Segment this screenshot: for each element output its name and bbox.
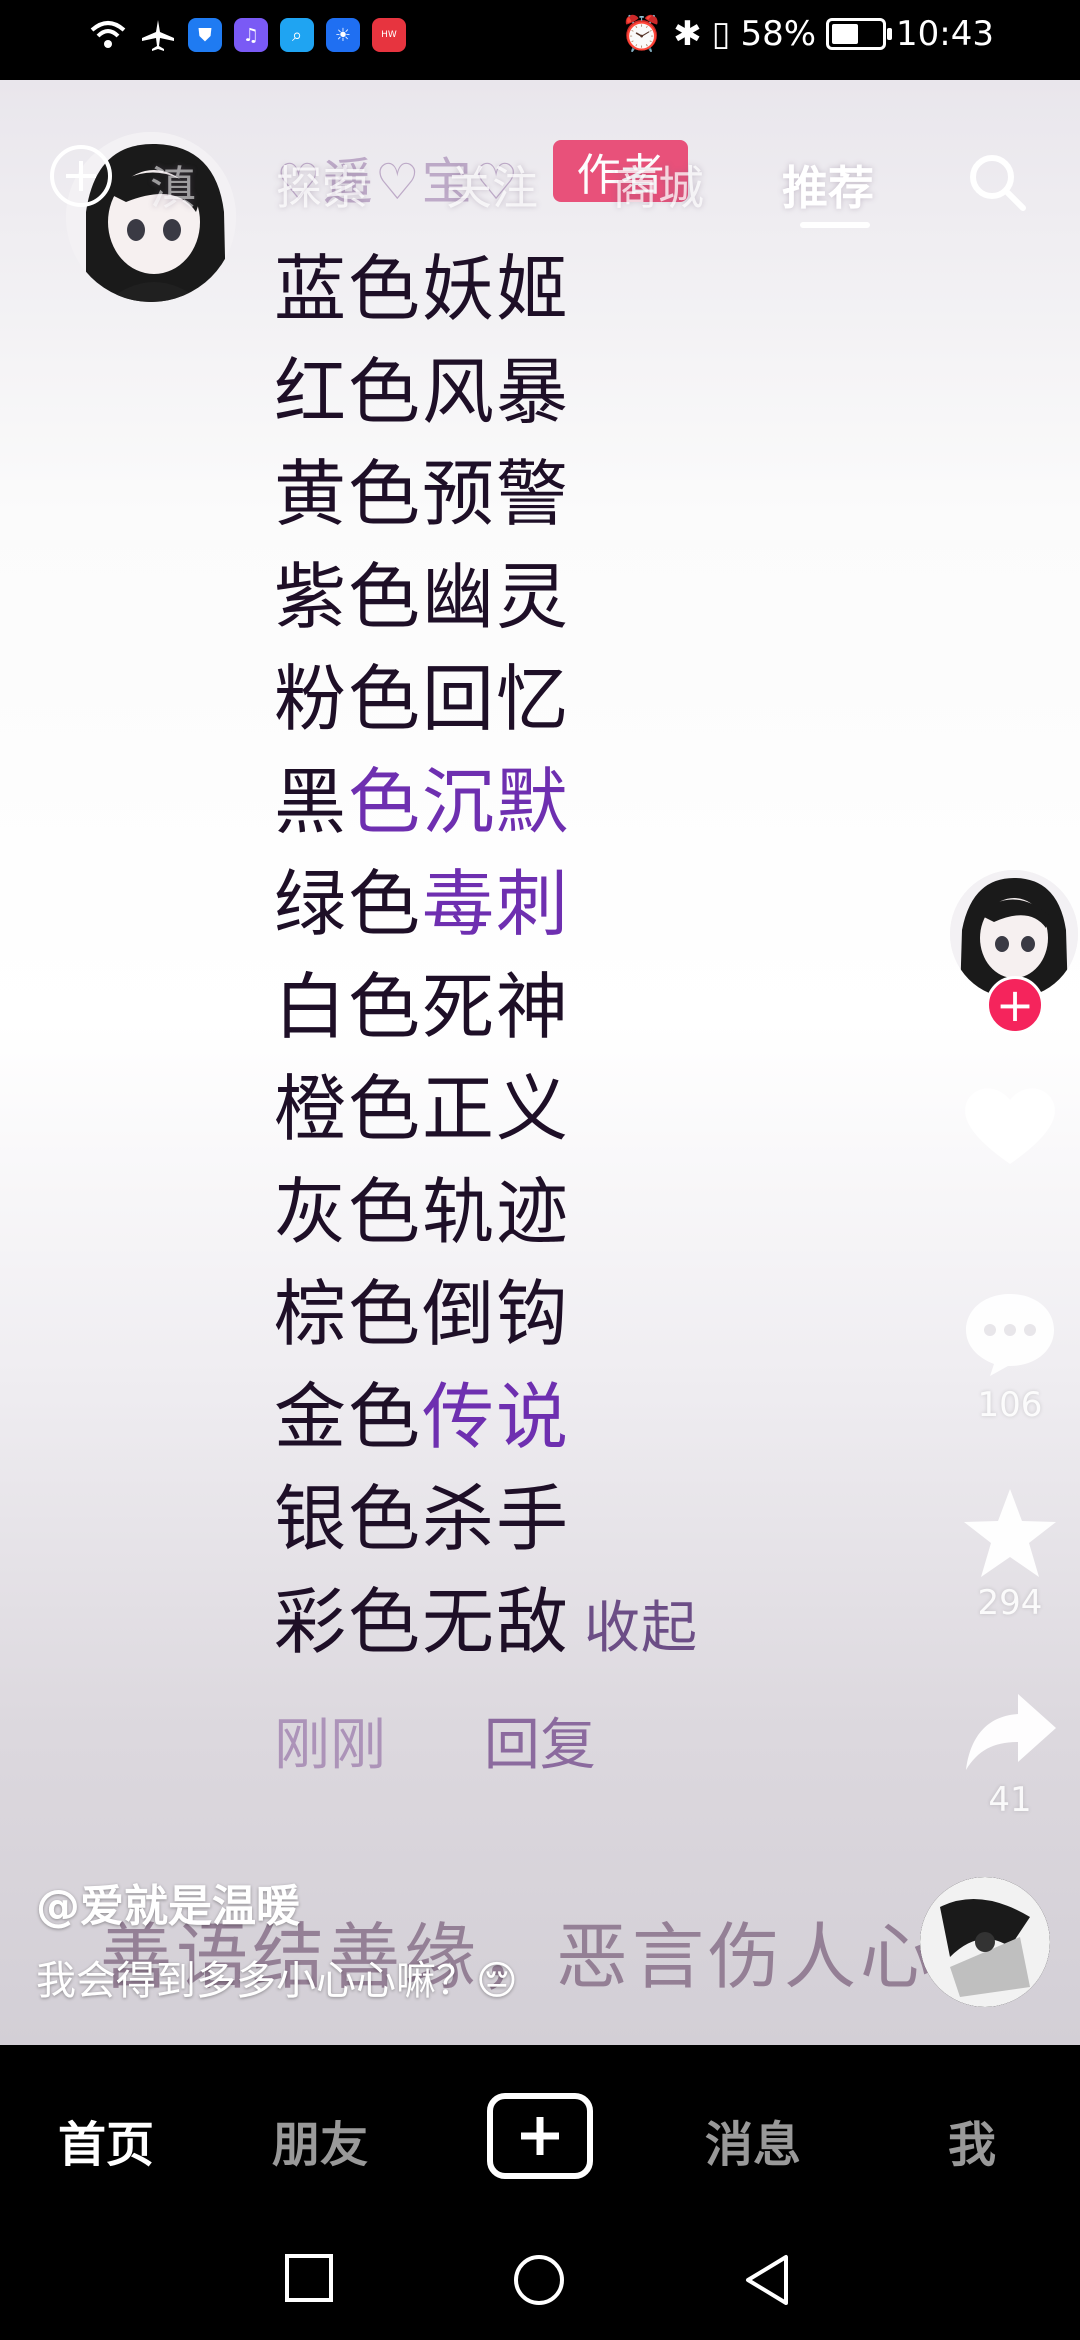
video-player[interactable]: ♡遥♡宝♡ 作者 蓝色妖姬 红色风暴 黄色预警 紫色幽灵 粉色回忆 黑色沉默 绿色毒刺 白色死…: [0, 80, 1080, 2045]
comment-line-text: 金色: [274, 1374, 423, 1459]
back-icon[interactable]: [742, 2253, 792, 2307]
home-icon[interactable]: [512, 2253, 566, 2307]
comment-line: 灰色轨迹: [274, 1161, 698, 1264]
share-count: 41: [988, 1780, 1032, 1820]
comment-icon[interactable]: [960, 1288, 1060, 1378]
comment-line: 蓝色妖姬: [274, 238, 698, 341]
comment-line-text: 红色风暴: [274, 349, 571, 434]
system-navigation: [0, 2225, 1080, 2340]
comment-line-text: 黑: [274, 759, 349, 844]
recents-icon[interactable]: [284, 2253, 334, 2303]
post-button[interactable]: [487, 2093, 593, 2179]
star-icon[interactable]: [960, 1485, 1060, 1581]
share-icon[interactable]: [960, 1688, 1060, 1778]
nav-me[interactable]: 我: [948, 2105, 996, 2175]
comment-line-text: 蓝色妖姬: [274, 247, 571, 331]
comment-line-text: 棕色倒钩: [274, 1272, 571, 1356]
status-left-icons: ⛊ ♫ ⌕ ☀ HW: [88, 18, 406, 52]
comment-line: 粉色回忆: [274, 648, 698, 751]
comment-line-highlight: 传说: [422, 1374, 571, 1459]
tab-mall[interactable]: 商城: [612, 152, 704, 218]
bluetooth-icon: ✱: [673, 14, 702, 54]
comment-line-text: 银色杀手: [274, 1477, 571, 1561]
video-info: @爱就是温暖 我会得到多多小心心嘛？😔: [36, 1870, 518, 2006]
music-app-icon: ♫: [234, 18, 268, 52]
comment-line-highlight: 色沉默: [348, 759, 571, 844]
add-circle-icon[interactable]: [50, 145, 112, 207]
comment-line: 黑色沉默: [274, 751, 698, 854]
video-description: 我会得到多多小心心嘛？😔: [36, 1958, 518, 2004]
music-disc-icon[interactable]: [920, 1877, 1050, 2007]
heart-icon[interactable]: [960, 1080, 1060, 1170]
comment-time: 刚刚: [274, 1713, 386, 1778]
comment-line: 紫色幽灵: [274, 546, 698, 649]
comment-line-text: 紫色幽灵: [274, 554, 571, 639]
comment-line: 金色传说: [274, 1366, 698, 1469]
huawei-app-icon: HW: [372, 18, 406, 52]
clock: 10:43: [896, 14, 994, 54]
airplane-icon: [142, 20, 174, 51]
vibrate-icon: ▯: [711, 14, 731, 54]
comment-meta: 刚刚 回复: [274, 1700, 596, 1781]
video-author[interactable]: @爱就是温暖: [36, 1870, 518, 1934]
nav-home[interactable]: 首页: [58, 2105, 154, 2175]
comment-line: 绿色毒刺: [274, 853, 698, 956]
comment-line-text: 灰色轨迹: [274, 1169, 571, 1254]
nav-messages[interactable]: 消息: [705, 2105, 801, 2175]
tab-partial[interactable]: 滇: [150, 152, 196, 218]
status-bar: ⛊ ♫ ⌕ ☀ HW ⏰ ✱ ▯ 58% 10:43: [0, 0, 1080, 80]
status-right: ⏰ ✱ ▯ 58% 10:43: [621, 14, 994, 54]
tab-following[interactable]: 关注: [446, 152, 538, 218]
comment-line-highlight: 毒刺: [422, 862, 571, 946]
favorite-count: 294: [977, 1583, 1043, 1623]
active-tab-indicator: [800, 222, 870, 228]
comment-line: 白色死神: [274, 956, 698, 1059]
comment-line: 棕色倒钩: [274, 1263, 698, 1366]
comment-line: 橙色正义: [274, 1058, 698, 1161]
comment-line: 彩色无敌 收起: [274, 1571, 698, 1674]
side-actions: + 106 294 41: [940, 80, 1080, 2045]
reply-button[interactable]: 回复: [484, 1713, 596, 1778]
follow-plus-icon[interactable]: +: [986, 976, 1044, 1034]
bulb-app-icon: ☀: [326, 18, 360, 52]
comment-line-text: 橙色正义: [274, 1067, 571, 1151]
comment-line-text: 绿色: [274, 862, 423, 946]
tab-recommended[interactable]: 推荐: [782, 152, 874, 218]
comment-line: 黄色预警: [274, 443, 698, 546]
comment-line-text: 白色死神: [274, 964, 571, 1049]
comment-line: 银色杀手: [274, 1468, 698, 1571]
bottom-navigation: 首页 朋友 消息 我: [0, 2045, 1080, 2225]
tab-explore[interactable]: 探索: [276, 152, 368, 218]
collapse-button[interactable]: 收起: [584, 1596, 698, 1661]
battery-icon: [826, 18, 893, 50]
nav-friends[interactable]: 朋友: [272, 2105, 368, 2175]
comment-text: 蓝色妖姬 红色风暴 黄色预警 紫色幽灵 粉色回忆 黑色沉默 绿色毒刺 白色死神 橙色正义 灰色轨迹…: [274, 238, 698, 1673]
wifi-icon: [90, 21, 126, 48]
search-app-icon: ⌕: [280, 18, 314, 52]
alarm-icon: ⏰: [620, 14, 664, 54]
comment-line-text: 黄色预警: [274, 452, 571, 536]
comment-count: 106: [977, 1385, 1043, 1425]
comment-line: 红色风暴: [274, 341, 698, 444]
top-navigation: 滇 探索 关注 商城 推荐: [0, 110, 1080, 228]
battery-percent: 58%: [740, 14, 817, 54]
comment-line-text: 粉色回忆: [274, 657, 571, 741]
comment-line-text: 彩色无敌: [274, 1579, 571, 1664]
shield-app-icon: ⛊: [188, 18, 222, 52]
